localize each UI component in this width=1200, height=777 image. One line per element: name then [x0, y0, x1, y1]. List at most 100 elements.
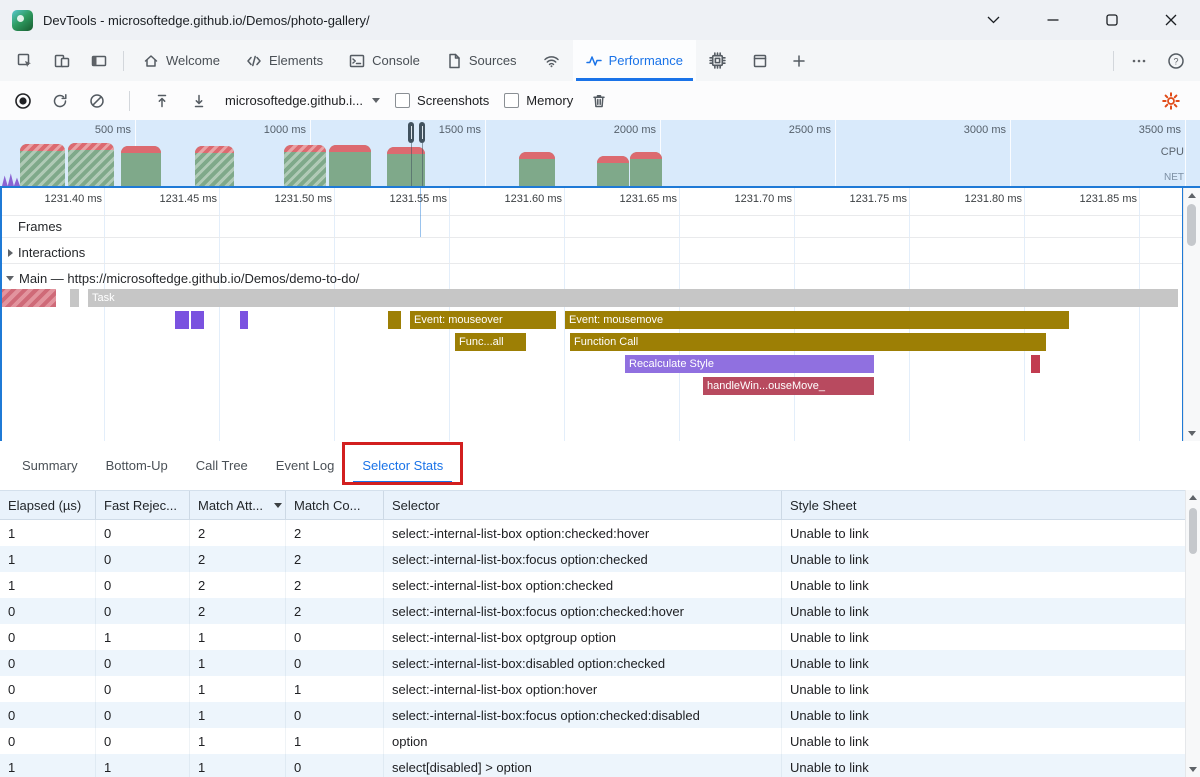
divider — [1113, 51, 1114, 71]
column-header-elapsed-s-[interactable]: Elapsed (µs) — [0, 491, 96, 519]
column-header-style-sheet[interactable]: Style Sheet — [782, 491, 1186, 519]
frames-row-label[interactable]: Frames — [18, 219, 62, 234]
overview-strip[interactable]: CPU NET 500 ms1000 ms1500 ms2000 ms2500 … — [0, 120, 1200, 188]
screenshots-checkbox-group[interactable]: Screenshots — [395, 93, 489, 108]
tab-console[interactable]: Console — [336, 40, 433, 81]
table-cell: select:-internal-list-box:focus option:c… — [384, 546, 782, 572]
activity-block[interactable] — [191, 311, 204, 329]
timeline-time-label: 1231.55 ms — [377, 193, 447, 205]
event-mouseover-bar[interactable]: Event: mouseover — [410, 311, 556, 329]
memory-checkbox-group[interactable]: Memory — [504, 93, 573, 108]
table-cell: 0 — [96, 598, 190, 624]
function-call-bar[interactable]: Function Call — [570, 333, 1046, 351]
maximize-button[interactable] — [1082, 0, 1141, 40]
application-icon — [752, 53, 768, 69]
close-button[interactable] — [1141, 0, 1200, 40]
overview-time-label: 2500 ms — [767, 124, 831, 136]
tab-application[interactable] — [739, 40, 781, 81]
sort-indicator-icon — [274, 503, 282, 508]
long-task-segment[interactable] — [0, 289, 56, 307]
scroll-down-icon[interactable] — [1189, 767, 1197, 772]
main-track-header[interactable]: Main — https://microsoftedge.github.io/D… — [6, 271, 359, 286]
screenshots-checkbox[interactable] — [395, 93, 410, 108]
minimize-button[interactable] — [1023, 0, 1082, 40]
panel-tab-event-log[interactable]: Event Log — [262, 441, 349, 490]
load-profile-button[interactable] — [151, 90, 173, 112]
timeline-time-label: 1231.65 ms — [607, 193, 677, 205]
activity-block[interactable] — [175, 311, 189, 329]
table-scrollbar[interactable] — [1185, 490, 1200, 777]
table-cell: Unable to link — [782, 676, 1186, 702]
table-row[interactable]: 0022select:-internal-list-box:focus opti… — [0, 598, 1186, 624]
scroll-up-icon[interactable] — [1188, 193, 1196, 198]
panel-tab-selector-stats[interactable]: Selector Stats — [348, 441, 457, 490]
table-row[interactable]: 0011select:-internal-list-box option:hov… — [0, 676, 1186, 702]
panel-tab-summary[interactable]: Summary — [8, 441, 92, 490]
table-cell: Unable to link — [782, 702, 1186, 728]
function-call-bar[interactable]: Func...all — [455, 333, 526, 351]
record-button[interactable] — [12, 90, 34, 112]
focus-mode-button[interactable] — [80, 40, 117, 81]
interactions-row-label[interactable]: Interactions — [8, 245, 85, 260]
flame-chart-scrollbar[interactable] — [1183, 188, 1200, 441]
tab-performance[interactable]: Performance — [573, 40, 696, 81]
chevron-down-icon — [372, 98, 380, 103]
table-cell: 0 — [96, 546, 190, 572]
task-fragment[interactable] — [70, 289, 79, 307]
capture-settings-button[interactable] — [1160, 90, 1182, 112]
reload-and-record-button[interactable] — [49, 90, 71, 112]
maximize-icon — [1106, 14, 1118, 26]
scroll-up-icon[interactable] — [1189, 495, 1197, 500]
tab-memory[interactable] — [696, 40, 739, 81]
column-header-match-co-[interactable]: Match Co... — [286, 491, 384, 519]
column-header-match-att-[interactable]: Match Att... — [190, 491, 286, 519]
inspect-element-button[interactable] — [6, 40, 43, 81]
cpu-activity-blob — [519, 152, 555, 186]
tab-elements[interactable]: Elements — [233, 40, 336, 81]
more-tools-button[interactable] — [781, 40, 818, 81]
memory-checkbox[interactable] — [504, 93, 519, 108]
cpu-activity-blob — [284, 145, 326, 186]
table-cell: Unable to link — [782, 754, 1186, 777]
overview-time-label: 2000 ms — [592, 124, 656, 136]
table-row[interactable]: 1110select[disabled] > optionUnable to l… — [0, 754, 1186, 777]
recalculate-style-bar[interactable]: Recalculate Style — [625, 355, 874, 373]
tab-sources[interactable]: Sources — [433, 40, 530, 81]
device-emulation-button[interactable] — [43, 40, 80, 81]
window-handle-right[interactable] — [419, 122, 425, 143]
tab-welcome[interactable]: Welcome — [130, 40, 233, 81]
style-block[interactable] — [1031, 355, 1040, 373]
scroll-down-icon[interactable] — [1188, 431, 1196, 436]
panel-tab-bottom-up[interactable]: Bottom-Up — [92, 441, 182, 490]
event-mousemove-bar[interactable]: Event: mousemove — [565, 311, 1069, 329]
table-row[interactable]: 1022select:-internal-list-box:focus opti… — [0, 546, 1186, 572]
table-cell: Unable to link — [782, 624, 1186, 650]
window-dock-chevron-button[interactable] — [964, 0, 1023, 40]
profile-dropdown[interactable]: microsoftedge.github.i... — [225, 93, 380, 108]
panel-tab-call-tree[interactable]: Call Tree — [182, 441, 262, 490]
delete-recording-button[interactable] — [588, 90, 610, 112]
scrollbar-thumb[interactable] — [1189, 508, 1197, 554]
scrollbar-thumb[interactable] — [1187, 204, 1196, 246]
flame-chart[interactable]: Frames Interactions Main — https://micro… — [0, 188, 1200, 441]
tab-network[interactable] — [530, 40, 573, 81]
activity-block[interactable] — [240, 311, 248, 329]
event-block[interactable] — [388, 311, 401, 329]
event-handler-bar[interactable]: handleWin...ouseMove_ — [703, 377, 874, 395]
help-button[interactable]: ? — [1157, 52, 1194, 70]
window-handle-left[interactable] — [408, 122, 414, 143]
main-task-bar[interactable]: Task — [88, 289, 1178, 307]
table-row[interactable]: 0011optionUnable to link — [0, 728, 1186, 754]
save-profile-button[interactable] — [188, 90, 210, 112]
customize-devtools-button[interactable] — [1120, 53, 1157, 69]
column-header-fast-rejec-[interactable]: Fast Rejec... — [96, 491, 190, 519]
table-row[interactable]: 1022select:-internal-list-box option:che… — [0, 572, 1186, 598]
table-row[interactable]: 0010select:-internal-list-box:disabled o… — [0, 650, 1186, 676]
overview-gridline — [1010, 120, 1011, 186]
column-header-selector[interactable]: Selector — [384, 491, 782, 519]
table-row[interactable]: 1022select:-internal-list-box option:che… — [0, 520, 1186, 546]
clear-recording-button[interactable] — [86, 90, 108, 112]
table-row[interactable]: 0010select:-internal-list-box:focus opti… — [0, 702, 1186, 728]
table-row[interactable]: 0110select:-internal-list-box optgroup o… — [0, 624, 1186, 650]
expanded-arrow-icon — [6, 276, 14, 281]
